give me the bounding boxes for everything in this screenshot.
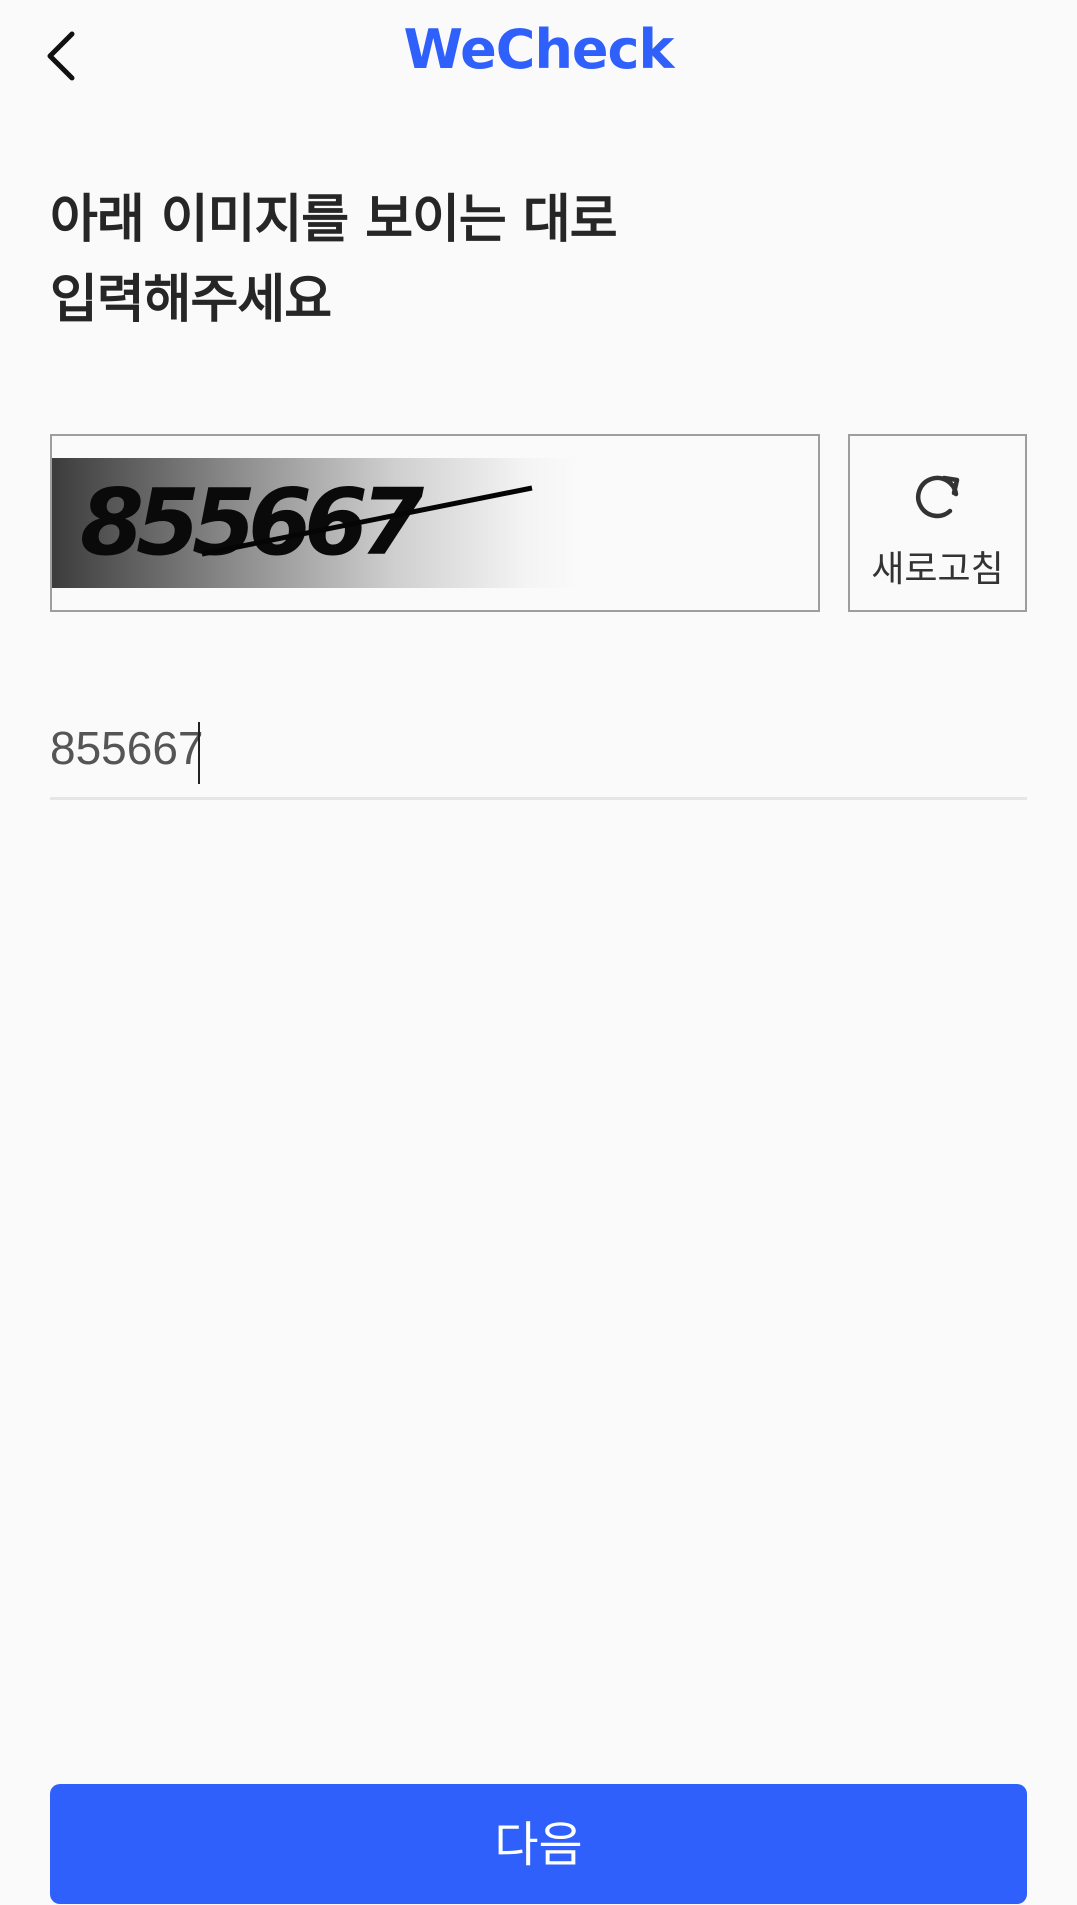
captcha-text: 855667 [80,469,424,576]
app-header: WeCheck [0,0,1077,112]
brand-logo: WeCheck [403,18,675,81]
captcha-graphic: 855667 [80,469,533,576]
captcha-input-field [50,708,1027,800]
captcha-box: 855667 [50,434,820,612]
captcha-input[interactable] [50,708,1027,788]
refresh-button[interactable]: 새로고침 [848,434,1027,612]
page-title-line-2: 입력해주세요 [50,270,332,330]
refresh-label: 새로고침 [871,549,1004,590]
page-title: 아래 이미지를 보이는 대로 입력해주세요 [50,180,950,340]
captcha-image: 855667 [52,458,579,588]
page-title-line-1: 아래 이미지를 보이는 대로 [50,190,618,250]
refresh-icon [915,475,960,519]
next-button[interactable]: 다음 [50,1784,1027,1904]
text-caret [198,722,200,784]
